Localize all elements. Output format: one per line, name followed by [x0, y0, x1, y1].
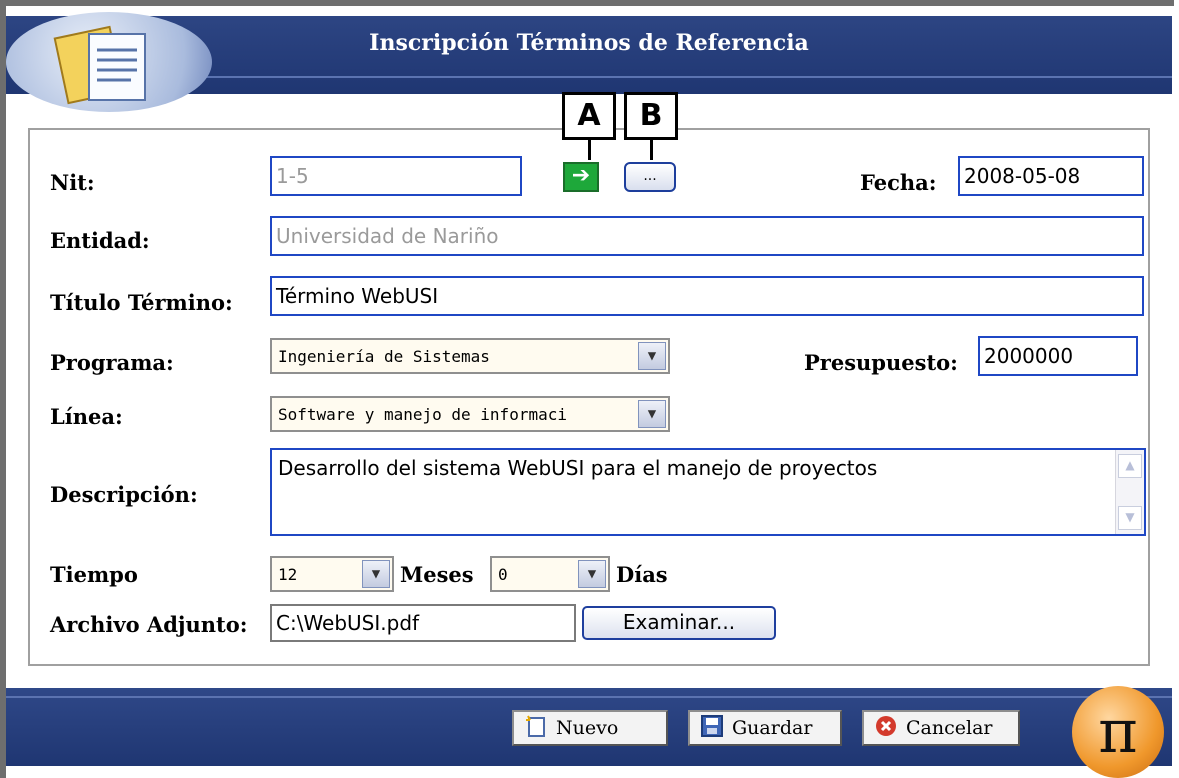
callout-a: A	[562, 92, 616, 140]
dias-selected: 0	[498, 565, 508, 584]
dias-select[interactable]: 0 ▼	[490, 556, 610, 592]
chevron-down-icon[interactable]: ▼	[638, 400, 666, 428]
linea-label: Línea:	[50, 404, 123, 429]
chevron-down-icon[interactable]: ▼	[578, 560, 606, 588]
dias-label: Días	[616, 562, 668, 587]
titulo-label: Título Término:	[50, 290, 233, 315]
go-button[interactable]: ➔	[563, 162, 599, 192]
nuevo-button[interactable]: Nuevo	[512, 710, 668, 746]
guardar-button[interactable]: Guardar	[688, 710, 842, 746]
chevron-down-icon[interactable]: ▼	[638, 342, 666, 370]
chevron-down-icon[interactable]: ▼	[362, 560, 390, 588]
titulo-field[interactable]: Término WebUSI	[270, 276, 1144, 316]
presupuesto-field[interactable]: 2000000	[978, 336, 1138, 376]
callout-b-pointer	[650, 140, 653, 160]
descripcion-text: Desarrollo del sistema WebUSI para el ma…	[278, 456, 878, 480]
cancel-icon	[874, 714, 898, 743]
title-stripe	[166, 76, 1172, 78]
entidad-label: Entidad:	[50, 228, 150, 253]
descripcion-label: Descripción:	[50, 482, 198, 507]
pi-symbol: π	[1098, 697, 1138, 767]
tiempo-label: Tiempo	[50, 562, 138, 587]
guardar-label: Guardar	[732, 717, 813, 739]
pi-logo-icon: π	[1072, 686, 1164, 778]
examinar-button[interactable]: Examinar...	[582, 606, 776, 640]
linea-selected: Software y manejo de informaci	[278, 405, 567, 424]
cancelar-button[interactable]: Cancelar	[862, 710, 1020, 746]
new-document-icon	[524, 714, 548, 743]
presupuesto-label: Presupuesto:	[804, 350, 958, 375]
textarea-scrollbar[interactable]: ▲ ▼	[1115, 450, 1144, 534]
programa-select[interactable]: Ingeniería de Sistemas ▼	[270, 338, 670, 374]
programa-label: Programa:	[50, 350, 174, 375]
scroll-down-icon[interactable]: ▼	[1118, 506, 1142, 530]
meses-select[interactable]: 12 ▼	[270, 556, 394, 592]
meses-label: Meses	[400, 562, 474, 587]
cancelar-label: Cancelar	[906, 717, 993, 739]
callout-a-pointer	[588, 140, 591, 160]
linea-select[interactable]: Software y manejo de informaci ▼	[270, 396, 670, 432]
scroll-up-icon[interactable]: ▲	[1118, 454, 1142, 478]
nit-field[interactable]: 1-5	[270, 156, 522, 196]
footer-stripe	[6, 696, 1172, 698]
archivo-label: Archivo Adjunto:	[50, 612, 248, 637]
save-icon	[700, 714, 724, 743]
programa-selected: Ingeniería de Sistemas	[278, 347, 490, 366]
fecha-label: Fecha:	[860, 170, 937, 195]
meses-selected: 12	[278, 565, 298, 584]
descripcion-textarea[interactable]: Desarrollo del sistema WebUSI para el ma…	[270, 448, 1146, 536]
lookup-button[interactable]: ...	[624, 162, 676, 192]
arrow-right-icon: ➔	[571, 163, 591, 188]
nuevo-label: Nuevo	[556, 717, 619, 739]
documents-icon	[53, 25, 146, 105]
archivo-field[interactable]: C:\WebUSI.pdf	[270, 604, 576, 642]
entidad-field[interactable]: Universidad de Nariño	[270, 216, 1144, 256]
fecha-field[interactable]: 2008-05-08	[958, 156, 1144, 196]
nit-label: Nit:	[50, 170, 95, 195]
documents-logo-icon	[6, 12, 212, 112]
callout-b: B	[624, 92, 678, 140]
